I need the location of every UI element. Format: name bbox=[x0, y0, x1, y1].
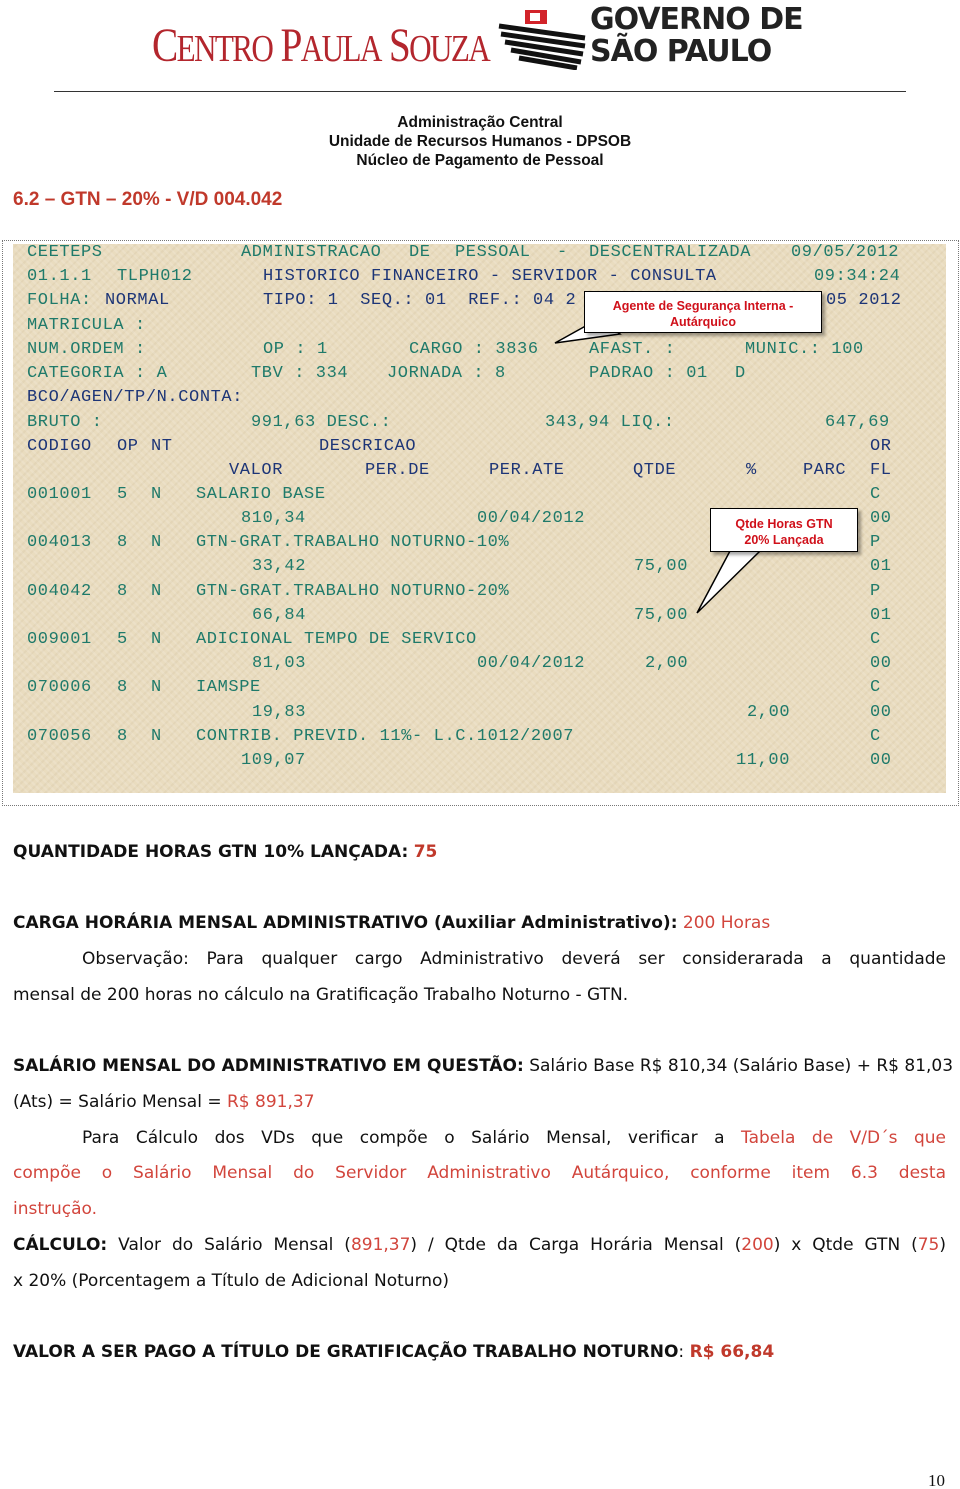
callout-qtde-horas: Qtde Horas GTN 20% Lançada bbox=[710, 508, 858, 552]
valor-sep: : bbox=[678, 1342, 685, 1362]
para-line2[interactable]: compõe o Salário Mensal do Servidor Admi… bbox=[13, 1163, 946, 1183]
calc-carga: 200 bbox=[741, 1235, 774, 1255]
para-text: Para Cálculo dos VDs que compõe o Salári… bbox=[82, 1128, 725, 1148]
salario-text1: Salário Base R$ 810,34 (Salário Base) + … bbox=[529, 1056, 954, 1076]
callout1-line2: Autárquico bbox=[670, 315, 736, 329]
calculo-line2: x 20% (Porcentagem a Título de Adicional… bbox=[13, 1271, 450, 1291]
salario-text2: (Ats) = Salário Mensal = bbox=[13, 1092, 222, 1112]
para-line3[interactable]: instrução. bbox=[13, 1199, 946, 1219]
valor-label: VALOR A SER PAGO A TÍTULO DE GRATIFICAÇÃ… bbox=[13, 1342, 679, 1362]
calc-text3: ) x Qtde GTN ( bbox=[773, 1235, 918, 1255]
page-number: 10 bbox=[928, 1471, 945, 1489]
obs-line1: Observação: Para qualquer cargo Administ… bbox=[82, 949, 946, 969]
calc-text1: Valor do Salário Mensal ( bbox=[118, 1235, 351, 1255]
calculo-line1: CÁLCULO: Valor do Salário Mensal (891,37… bbox=[13, 1235, 946, 1255]
carga-line: CARGA HORÁRIA MENSAL ADMINISTRATIVO (Aux… bbox=[13, 913, 946, 933]
calc-gtn: 75 bbox=[917, 1235, 940, 1255]
tabela-vd-link[interactable]: Tabela de V/D´s que bbox=[741, 1128, 946, 1148]
callout-pointers bbox=[554, 317, 762, 614]
calc-text2: ) / Qtde da Carga Horária Mensal ( bbox=[410, 1235, 742, 1255]
obs-line2: mensal de 200 horas no cálculo na Gratif… bbox=[13, 985, 629, 1005]
salario-line2: (Ats) = Salário Mensal = R$ 891,37 bbox=[13, 1092, 946, 1112]
calc-text4: ) bbox=[939, 1235, 947, 1255]
para-line1: Para Cálculo dos VDs que compõe o Salári… bbox=[82, 1128, 946, 1148]
qtd-label: QUANTIDADE HORAS GTN 10% LANÇADA: bbox=[13, 842, 409, 862]
document-page: CENTRO PAULA SOUZA GOVERNO DE SÃO PAULO A… bbox=[0, 0, 960, 1489]
salario-label: SALÁRIO MENSAL DO ADMINISTRATIVO EM QUES… bbox=[13, 1056, 524, 1076]
carga-label: CARGA HORÁRIA MENSAL ADMINISTRATIVO (Aux… bbox=[13, 913, 678, 933]
callout-cargo: Agente de Segurança Interna - Autárquico bbox=[584, 291, 822, 333]
callout2-pointer bbox=[696, 550, 762, 614]
calc-salario: 891,37 bbox=[350, 1235, 411, 1255]
carga-value: 200 Horas bbox=[682, 913, 771, 933]
calculo-label: CÁLCULO: bbox=[13, 1235, 108, 1255]
callout1-line1: Agente de Segurança Interna - bbox=[612, 299, 794, 313]
callout2-line1: Qtde Horas GTN bbox=[735, 517, 833, 531]
qtd-horas-line: QUANTIDADE HORAS GTN 10% LANÇADA: 75 bbox=[13, 842, 946, 862]
valor-value: R$ 66,84 bbox=[689, 1342, 775, 1362]
salario-line1: SALÁRIO MENSAL DO ADMINISTRATIVO EM QUES… bbox=[13, 1056, 953, 1076]
valor-line: VALOR A SER PAGO A TÍTULO DE GRATIFICAÇÃ… bbox=[13, 1342, 946, 1362]
salario-value: R$ 891,37 bbox=[227, 1092, 315, 1112]
callout2-line2: 20% Lançada bbox=[744, 533, 824, 547]
qtd-value: 75 bbox=[413, 842, 438, 862]
